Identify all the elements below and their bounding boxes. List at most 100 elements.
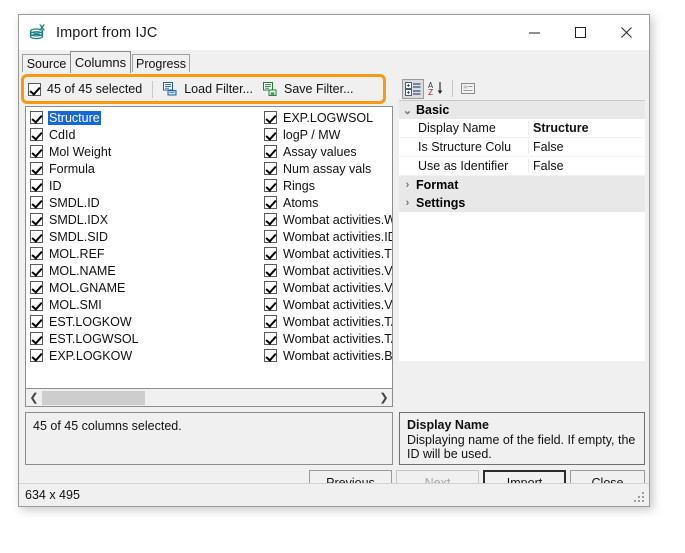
load-filter-button[interactable]: Load Filter... xyxy=(158,78,258,100)
list-item-checkbox[interactable] xyxy=(264,230,277,243)
list-item[interactable]: SMDL.ID xyxy=(30,194,260,211)
load-filter-icon xyxy=(163,82,178,96)
property-row-is-structure-column[interactable]: Is Structure Colu False xyxy=(399,138,645,157)
property-pages-icon[interactable] xyxy=(457,79,479,99)
save-filter-label: Save Filter... xyxy=(284,82,353,96)
list-item-checkbox[interactable] xyxy=(264,196,277,209)
list-item[interactable]: Wombat activities.TYPE xyxy=(264,245,393,262)
list-item[interactable]: Structure xyxy=(30,109,260,126)
list-item[interactable]: Atoms xyxy=(264,194,393,211)
property-group-format[interactable]: › Format xyxy=(399,176,645,194)
property-value[interactable]: Structure xyxy=(529,121,645,135)
property-row-use-as-identifier[interactable]: Use as Identifier False xyxy=(399,157,645,176)
save-filter-button[interactable]: Save Filter... xyxy=(258,78,358,100)
list-item[interactable]: Wombat activities.TARG xyxy=(264,313,393,330)
tab-columns[interactable]: Columns xyxy=(70,51,131,73)
hscrollbar-thumb[interactable] xyxy=(42,391,145,405)
window-titlebar: X Import from IJC xyxy=(19,15,649,50)
list-item[interactable]: Rings xyxy=(264,177,393,194)
property-group-basic[interactable]: ⌄ Basic xyxy=(399,101,645,119)
property-row-display-name[interactable]: Display Name Structure xyxy=(399,119,645,138)
list-item-checkbox[interactable] xyxy=(30,145,43,158)
list-item[interactable]: CdId xyxy=(30,126,260,143)
property-value[interactable]: False xyxy=(529,159,645,173)
toolbar-separator xyxy=(152,81,153,98)
list-item[interactable]: MOL.SMI xyxy=(30,296,260,313)
list-item[interactable]: SMDL.SID xyxy=(30,228,260,245)
property-value[interactable]: False xyxy=(529,140,645,154)
list-item-checkbox[interactable] xyxy=(264,111,277,124)
columns-list[interactable]: Structure CdId Mol Weight Formula ID SMD… xyxy=(25,106,393,389)
svg-text:X: X xyxy=(39,23,46,32)
tab-progress[interactable]: Progress xyxy=(132,54,190,73)
maximize-button[interactable] xyxy=(557,15,603,50)
chevron-right-icon[interactable]: › xyxy=(399,197,416,209)
list-item-checkbox[interactable] xyxy=(30,196,43,209)
list-item[interactable]: Formula xyxy=(30,160,260,177)
list-item-checkbox[interactable] xyxy=(264,213,277,226)
list-item-checkbox[interactable] xyxy=(30,230,43,243)
chevron-down-icon[interactable]: ⌄ xyxy=(399,104,416,117)
chevron-right-icon[interactable]: ❯ xyxy=(376,391,392,404)
list-item-checkbox[interactable] xyxy=(30,213,43,226)
hscrollbar-track[interactable] xyxy=(42,390,376,406)
list-item-checkbox[interactable] xyxy=(30,162,43,175)
list-item-checkbox[interactable] xyxy=(264,349,277,362)
list-item-checkbox[interactable] xyxy=(264,281,277,294)
list-item[interactable]: Mol Weight xyxy=(30,143,260,160)
list-item-checkbox[interactable] xyxy=(30,247,43,260)
property-group-settings[interactable]: › Settings xyxy=(399,194,645,212)
list-item[interactable]: Wombat activities.TARG xyxy=(264,330,393,347)
tab-source[interactable]: Source xyxy=(22,54,71,73)
list-item[interactable]: MOL.REF xyxy=(30,245,260,262)
resize-grip-icon[interactable] xyxy=(633,491,645,503)
sort-alphabetical-icon[interactable]: A Z xyxy=(425,79,447,99)
list-item-checkbox[interactable] xyxy=(264,128,277,141)
list-item[interactable]: EST.LOGKOW xyxy=(30,313,260,330)
list-item-checkbox[interactable] xyxy=(264,264,277,277)
list-item[interactable]: ID xyxy=(30,177,260,194)
list-item-checkbox[interactable] xyxy=(30,315,43,328)
close-button[interactable] xyxy=(603,15,649,50)
list-item[interactable]: Wombat activities.WOM xyxy=(264,211,393,228)
list-item-checkbox[interactable] xyxy=(30,298,43,311)
list-item[interactable]: Wombat activities.VALUE xyxy=(264,279,393,296)
list-item[interactable]: logP / MW xyxy=(264,126,393,143)
chevron-right-icon[interactable]: › xyxy=(399,179,416,191)
list-item-checkbox[interactable] xyxy=(264,298,277,311)
list-item-checkbox[interactable] xyxy=(264,247,277,260)
categorized-view-icon[interactable] xyxy=(402,79,424,99)
list-item[interactable]: MOL.GNAME xyxy=(30,279,260,296)
list-item-checkbox[interactable] xyxy=(30,349,43,362)
select-all-checkbox[interactable] xyxy=(28,83,41,96)
list-item-checkbox[interactable] xyxy=(30,281,43,294)
list-item-checkbox[interactable] xyxy=(264,145,277,158)
list-item[interactable]: Num assay vals xyxy=(264,160,393,177)
list-item[interactable]: Assay values xyxy=(264,143,393,160)
chevron-left-icon[interactable]: ❮ xyxy=(26,391,42,404)
select-all-checkbox-item[interactable]: 45 of 45 selected xyxy=(23,78,147,100)
list-item-checkbox[interactable] xyxy=(30,264,43,277)
list-item-checkbox[interactable] xyxy=(30,332,43,345)
list-item-checkbox[interactable] xyxy=(264,162,277,175)
list-item[interactable]: Wombat activities.BIO.S xyxy=(264,347,393,364)
list-item-checkbox[interactable] xyxy=(264,315,277,328)
list-item-checkbox[interactable] xyxy=(30,179,43,192)
property-grid[interactable]: ⌄ Basic Display Name Structure Is Struct… xyxy=(399,101,645,361)
list-item-label: Wombat activities.BIO.S xyxy=(282,349,393,363)
columns-list-hscrollbar[interactable]: ❮ ❯ xyxy=(25,389,393,407)
list-item-checkbox[interactable] xyxy=(264,332,277,345)
list-item[interactable]: EXP.LOGWSOL xyxy=(264,109,393,126)
list-item-checkbox[interactable] xyxy=(30,111,43,124)
list-item[interactable]: Wombat activities.VALUE xyxy=(264,262,393,279)
list-item-checkbox[interactable] xyxy=(264,179,277,192)
minimize-button[interactable] xyxy=(511,15,557,50)
list-item[interactable]: MOL.NAME xyxy=(30,262,260,279)
list-item[interactable]: EXP.LOGKOW xyxy=(30,347,260,364)
list-item[interactable]: EST.LOGWSOL xyxy=(30,330,260,347)
list-item-label: MOL.GNAME xyxy=(48,281,126,295)
list-item[interactable]: Wombat activities.VALUE xyxy=(264,296,393,313)
list-item-checkbox[interactable] xyxy=(30,128,43,141)
list-item[interactable]: SMDL.IDX xyxy=(30,211,260,228)
list-item[interactable]: Wombat activities.ID xyxy=(264,228,393,245)
